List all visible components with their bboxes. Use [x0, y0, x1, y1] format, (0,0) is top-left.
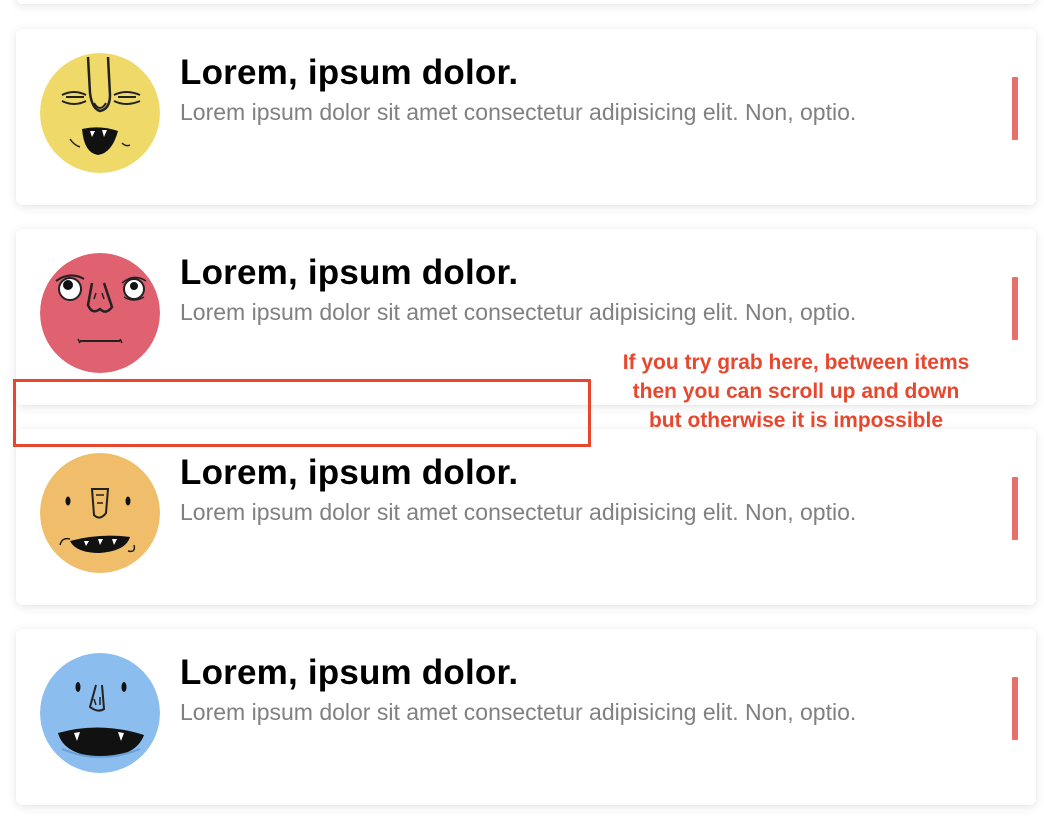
item-title: Lorem, ipsum dolor.	[180, 53, 519, 92]
item-description: Lorem ipsum dolor sit amet consectetur a…	[180, 99, 857, 125]
list-item[interactable]: Lorem, ipsum dolor. Lorem ipsum dolor si…	[16, 29, 1036, 205]
orange-monster-face-icon	[40, 453, 160, 573]
list-item[interactable]: Lorem, ipsum dolor. Lorem ipsum dolor si…	[16, 629, 1036, 805]
gap-highlight-box	[13, 379, 591, 447]
item-title: Lorem, ipsum dolor.	[180, 653, 519, 692]
annotation-line: If you try grab here, between items	[622, 351, 970, 374]
item-description: Lorem ipsum dolor sit amet consectetur a…	[180, 299, 857, 325]
drag-handle[interactable]	[1012, 477, 1018, 540]
list-item[interactable]: Lorem, ipsum dolor. Lorem ipsum dolor si…	[16, 429, 1036, 605]
drag-handle[interactable]	[1012, 277, 1018, 340]
blue-monster-face-icon	[40, 653, 160, 773]
annotation-line: but otherwise it is impossible	[648, 409, 944, 432]
item-description: Lorem ipsum dolor sit amet consectetur a…	[180, 699, 857, 725]
list-screen[interactable]: Lorem, ipsum dolor. Lorem ipsum dolor si…	[0, 0, 1044, 816]
list-item-partial[interactable]	[16, 0, 1036, 4]
annotation-text: If you try grab here, between items then…	[588, 348, 1004, 435]
item-title: Lorem, ipsum dolor.	[180, 453, 519, 492]
annotation-line: then you can scroll up and down	[632, 380, 960, 403]
yellow-monster-face-icon	[40, 53, 160, 173]
pink-monster-face-icon	[40, 253, 160, 373]
drag-handle[interactable]	[1012, 77, 1018, 140]
drag-handle[interactable]	[1012, 677, 1018, 740]
item-description: Lorem ipsum dolor sit amet consectetur a…	[180, 499, 857, 525]
item-title: Lorem, ipsum dolor.	[180, 253, 519, 292]
